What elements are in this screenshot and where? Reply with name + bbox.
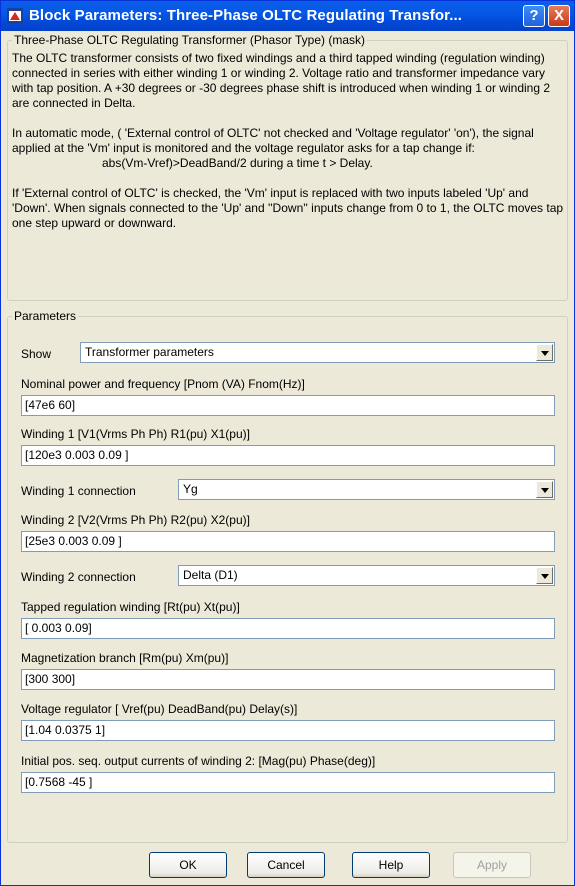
tapped-winding-field[interactable]: [ 0.003 0.09]: [21, 618, 555, 639]
simulink-block-icon: [7, 8, 23, 24]
voltage-regulator-field[interactable]: [1.04 0.0375 1]: [21, 720, 555, 741]
initial-currents-label: Initial pos. seq. output currents of win…: [21, 754, 376, 768]
magnetization-label: Magnetization branch [Rm(pu) Xm(pu)]: [21, 651, 229, 665]
deadband-formula: abs(Vm-Vref)>DeadBand/2 during a time t …: [102, 156, 373, 170]
nominal-power-field[interactable]: [47e6 60]: [21, 395, 555, 416]
cancel-button[interactable]: Cancel: [247, 852, 325, 878]
winding2-connection-value: Delta (D1): [183, 568, 238, 582]
description-paragraph-1: The OLTC transformer consists of two fix…: [12, 51, 551, 110]
block-parameters-dialog: Block Parameters: Three-Phase OLTC Regul…: [0, 0, 575, 886]
winding1-connection-label: Winding 1 connection: [21, 484, 136, 498]
winding1-label: Winding 1 [V1(Vrms Ph Ph) R1(pu) X1(pu)]: [21, 427, 250, 441]
chevron-down-icon[interactable]: [536, 481, 553, 498]
chevron-down-icon[interactable]: [536, 567, 553, 584]
show-label: Show: [21, 347, 52, 361]
initial-currents-field[interactable]: [0.7568 -45 ]: [21, 772, 555, 793]
magnetization-field[interactable]: [300 300]: [21, 669, 555, 690]
winding2-connection-label: Winding 2 connection: [21, 570, 136, 584]
help-button[interactable]: Help: [352, 852, 430, 878]
winding2-label: Winding 2 [V2(Vrms Ph Ph) R2(pu) X2(pu)]: [21, 513, 250, 527]
title-close-button[interactable]: X: [548, 5, 570, 27]
show-dropdown[interactable]: Transformer parameters: [80, 342, 555, 363]
voltage-regulator-label: Voltage regulator [ Vref(pu) DeadBand(pu…: [21, 702, 298, 716]
window-title: Block Parameters: Three-Phase OLTC Regul…: [29, 7, 463, 24]
winding1-connection-dropdown[interactable]: Yg: [178, 479, 555, 500]
mask-description: The OLTC transformer consists of two fix…: [12, 43, 567, 246]
apply-button[interactable]: Apply: [453, 852, 531, 878]
description-paragraph-2: In automatic mode, ( 'External control o…: [12, 126, 567, 171]
winding1-field[interactable]: [120e3 0.003 0.09 ]: [21, 445, 555, 466]
winding1-connection-value: Yg: [183, 482, 198, 496]
nominal-power-label: Nominal power and frequency [Pnom (VA) F…: [21, 377, 305, 391]
tapped-winding-label: Tapped regulation winding [Rt(pu) Xt(pu)…: [21, 600, 240, 614]
winding2-field[interactable]: [25e3 0.003 0.09 ]: [21, 531, 555, 552]
ok-button[interactable]: OK: [149, 852, 227, 878]
winding2-connection-dropdown[interactable]: Delta (D1): [178, 565, 555, 586]
show-dropdown-value: Transformer parameters: [85, 345, 214, 359]
chevron-down-icon[interactable]: [536, 344, 553, 361]
description-paragraph-2-text: In automatic mode, ( 'External control o…: [12, 126, 534, 155]
title-help-button[interactable]: ?: [523, 5, 545, 27]
description-paragraph-3: If 'External control of OLTC' is checked…: [12, 186, 564, 230]
parameters-legend: Parameters: [14, 309, 77, 323]
title-bar[interactable]: Block Parameters: Three-Phase OLTC Regul…: [1, 1, 574, 31]
